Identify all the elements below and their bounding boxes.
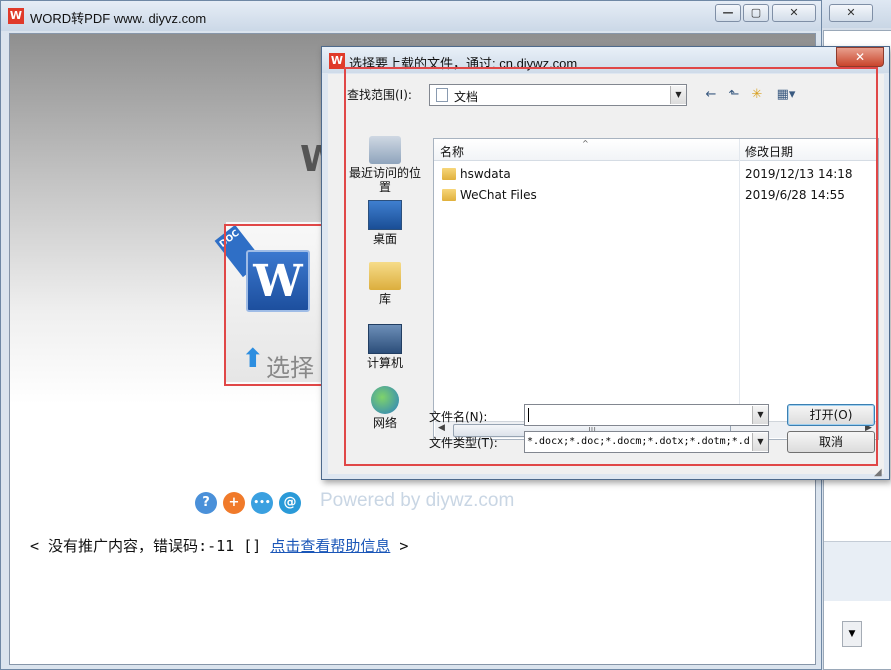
dialog-app-icon: W bbox=[329, 53, 345, 69]
status-line: < 没有推广内容，错误码:-11 [] 点击查看帮助信息 > bbox=[30, 535, 408, 556]
background-window-titlebar: ✕ bbox=[813, 0, 891, 28]
resize-grip-icon[interactable]: ◢ bbox=[874, 467, 882, 478]
close-button[interactable]: ✕ bbox=[772, 4, 816, 22]
upload-doc-card[interactable]: DOC W ⬆ 选择 bbox=[214, 220, 328, 386]
maximize-button[interactable]: ▢ bbox=[743, 4, 769, 22]
minimize-button[interactable]: — bbox=[715, 4, 741, 22]
status-suffix: > bbox=[390, 537, 409, 555]
plus-icon[interactable]: + bbox=[223, 492, 245, 514]
highlight-box-upload bbox=[224, 224, 328, 386]
highlight-box-dialog bbox=[344, 67, 878, 466]
action-icon-row: ? + ••• @ bbox=[195, 490, 305, 516]
powered-by-text: Powered by diywz.com bbox=[320, 490, 515, 511]
background-window-strip bbox=[824, 541, 891, 601]
help-info-link[interactable]: 点击查看帮助信息 bbox=[270, 537, 390, 555]
app-logo-icon: W bbox=[8, 8, 24, 24]
dialog-close-button[interactable]: ✕ bbox=[836, 47, 884, 67]
background-scroll-down[interactable]: ▼ bbox=[842, 621, 862, 647]
open-file-dialog: W 选择要上载的文件，通过: cn.diywz.com ✕ 查找范围(I): 文… bbox=[321, 46, 890, 480]
mail-icon[interactable]: @ bbox=[279, 492, 301, 514]
background-close-button[interactable]: ✕ bbox=[829, 4, 873, 22]
status-prefix: < 没有推广内容，错误码:-11 [] bbox=[30, 537, 271, 555]
main-window-title: WORD转PDF www. diyvz.com bbox=[30, 11, 207, 26]
main-titlebar: W WORD转PDF www. diyvz.com — ▢ ✕ bbox=[1, 1, 821, 31]
chat-icon[interactable]: ••• bbox=[251, 492, 273, 514]
help-icon[interactable]: ? bbox=[195, 492, 217, 514]
